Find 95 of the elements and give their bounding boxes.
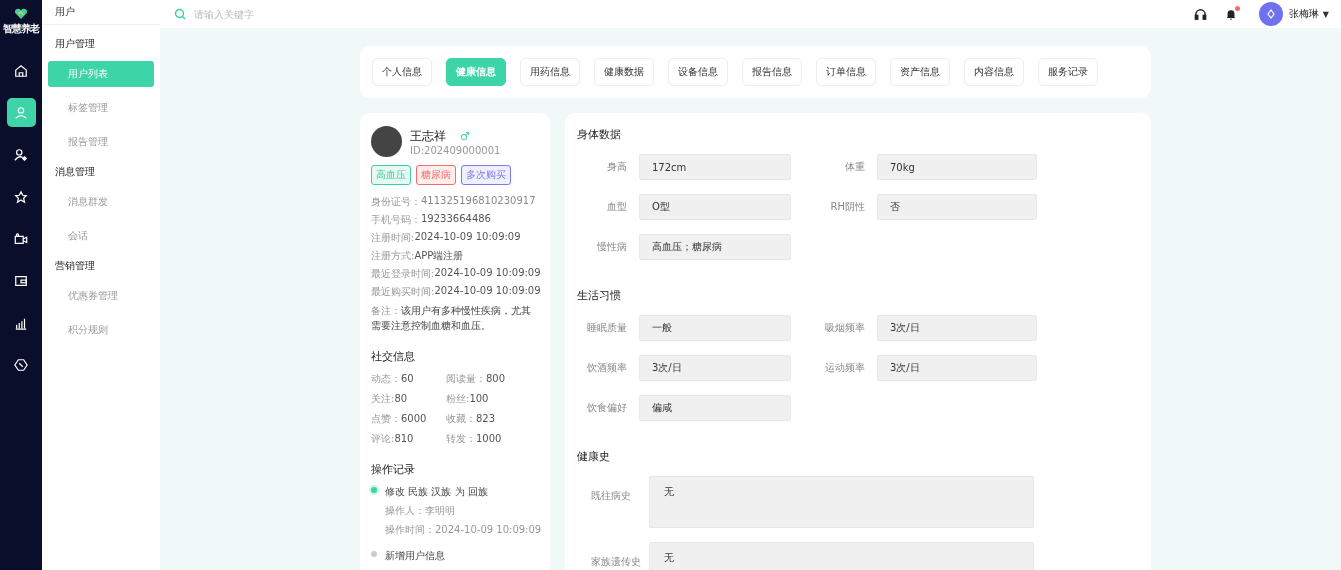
bell-icon[interactable] bbox=[1224, 7, 1237, 21]
user-id: ID:202409000001 bbox=[410, 144, 501, 156]
info-label: 注册方式: bbox=[371, 249, 415, 263]
info-value: APP端注册 bbox=[414, 249, 464, 263]
stat-label: 粉丝: bbox=[446, 393, 470, 404]
search-field[interactable]: 请输入关键字 bbox=[192, 7, 396, 21]
field-label: 运动频率 bbox=[824, 361, 865, 375]
info-label: 身份证号： bbox=[371, 195, 421, 209]
stat-label: 阅读量： bbox=[446, 373, 486, 384]
search-icon bbox=[174, 8, 186, 20]
home-icon bbox=[14, 63, 28, 78]
field-value: 高血压；糖尿病 bbox=[639, 234, 791, 260]
avatar-placeholder bbox=[371, 126, 402, 157]
stat-label: 动态： bbox=[371, 373, 401, 384]
field-value: 一般 bbox=[639, 315, 791, 341]
field-value: 172cm bbox=[639, 154, 791, 180]
field-label: 血型 bbox=[606, 200, 627, 214]
tab[interactable]: 服务记录 bbox=[1038, 58, 1098, 86]
tab[interactable]: 订单信息 bbox=[816, 58, 876, 86]
field-label: 身高 bbox=[606, 160, 627, 174]
stat-value: 823 bbox=[476, 413, 496, 424]
info-label: 最近购买时间: bbox=[371, 285, 435, 299]
operation-detail: 操作人：李明明 bbox=[385, 504, 456, 518]
stat-value: 100 bbox=[469, 393, 489, 404]
sidebar-title: 用户 bbox=[55, 5, 75, 19]
tab[interactable]: 用药信息 bbox=[520, 58, 580, 86]
tag: 糖尿病 bbox=[416, 165, 456, 185]
info-value: 411325196810230917 bbox=[421, 195, 536, 208]
stat-value: 810 bbox=[394, 433, 414, 444]
field-value: 70kg bbox=[877, 154, 1037, 180]
info-label: 最近登录时间: bbox=[371, 267, 435, 281]
stat-value: 800 bbox=[486, 373, 506, 384]
text-area: 无 bbox=[649, 476, 1034, 528]
field-label: 饮酒频率 bbox=[586, 361, 627, 375]
field-label: RH阴性 bbox=[829, 200, 865, 214]
operation-text: 新增用户信息 bbox=[385, 549, 445, 563]
info-value: 2024-10-09 10:09:09 bbox=[434, 285, 541, 298]
field-label: 饮食偏好 bbox=[586, 401, 627, 415]
tag: 高血压 bbox=[371, 165, 411, 185]
section-title: 社交信息 bbox=[371, 349, 416, 364]
gender-icon: ♂ bbox=[460, 129, 470, 143]
tag: 多次购买 bbox=[461, 165, 511, 185]
field-label: 体重 bbox=[844, 160, 865, 174]
operation-text: 修改 民族 汉族 为 回族 bbox=[385, 485, 489, 499]
caret-icon[interactable]: ▼ bbox=[1322, 9, 1329, 19]
stat-value: 6000 bbox=[401, 413, 427, 424]
section-title: 生活习惯 bbox=[577, 288, 622, 303]
operation-detail: 操作时间：2024-10-09 10:09:09 bbox=[385, 523, 542, 537]
section-title: 健康史 bbox=[577, 449, 611, 464]
logo-text: 智慧养老 bbox=[3, 22, 39, 36]
user-name[interactable]: 张梅琳 bbox=[1288, 7, 1319, 21]
avatar-icon[interactable] bbox=[1258, 2, 1283, 26]
star-icon bbox=[14, 189, 28, 204]
stat-label: 收藏： bbox=[446, 413, 476, 424]
field-value: 偏咸 bbox=[639, 395, 791, 421]
menu-group-label: 用户管理 bbox=[54, 37, 96, 51]
tab[interactable]: 个人信息 bbox=[372, 58, 432, 86]
section-title: 操作记录 bbox=[371, 462, 416, 477]
logo-icon bbox=[14, 8, 28, 20]
field-value: 3次/日 bbox=[877, 315, 1037, 341]
tab[interactable]: 设备信息 bbox=[668, 58, 728, 86]
camera-icon bbox=[14, 231, 28, 246]
section-title: 身体数据 bbox=[577, 127, 622, 142]
user-name: 王志祥 bbox=[410, 127, 446, 145]
tab[interactable]: 资产信息 bbox=[890, 58, 950, 86]
text-area: 无 bbox=[649, 542, 1034, 570]
stat-value: 80 bbox=[394, 393, 408, 404]
note-text: 备注：该用户有多种慢性疾病，尤其需要注意控制血糖和血压。 bbox=[371, 304, 532, 333]
field-value: O型 bbox=[639, 194, 791, 220]
field-value: 否 bbox=[877, 194, 1037, 220]
headset-icon[interactable] bbox=[1193, 7, 1207, 21]
user-icon bbox=[14, 105, 28, 120]
stat-label: 评论: bbox=[371, 433, 395, 444]
stat-label: 点赞： bbox=[371, 413, 401, 424]
stat-label: 转发： bbox=[446, 433, 476, 444]
info-value: 2024-10-09 10:09:09 bbox=[434, 267, 541, 280]
tab[interactable]: 内容信息 bbox=[964, 58, 1024, 86]
stat-label: 关注: bbox=[371, 393, 395, 404]
menu-group-label: 消息管理 bbox=[54, 165, 96, 179]
nav-button[interactable] bbox=[6, 98, 36, 127]
tab[interactable]: 健康数据 bbox=[594, 58, 654, 86]
stat-value: 1000 bbox=[476, 433, 502, 444]
wallet-icon bbox=[14, 273, 28, 288]
info-label: 手机号码： bbox=[371, 213, 421, 227]
field-value: 3次/日 bbox=[639, 355, 791, 381]
field-label: 睡眠质量 bbox=[586, 321, 627, 335]
field-label: 慢性病 bbox=[596, 240, 627, 254]
info-value: 2024-10-09 10:09:09 bbox=[414, 231, 521, 244]
menu-group-label: 营销管理 bbox=[54, 259, 96, 273]
info-value: 19233664486 bbox=[421, 213, 491, 226]
info-label: 注册时间: bbox=[371, 231, 415, 245]
field-value: 3次/日 bbox=[877, 355, 1037, 381]
field-label: 吸烟频率 bbox=[824, 321, 865, 335]
tab[interactable]: 报告信息 bbox=[742, 58, 802, 86]
stat-value: 60 bbox=[401, 373, 414, 384]
